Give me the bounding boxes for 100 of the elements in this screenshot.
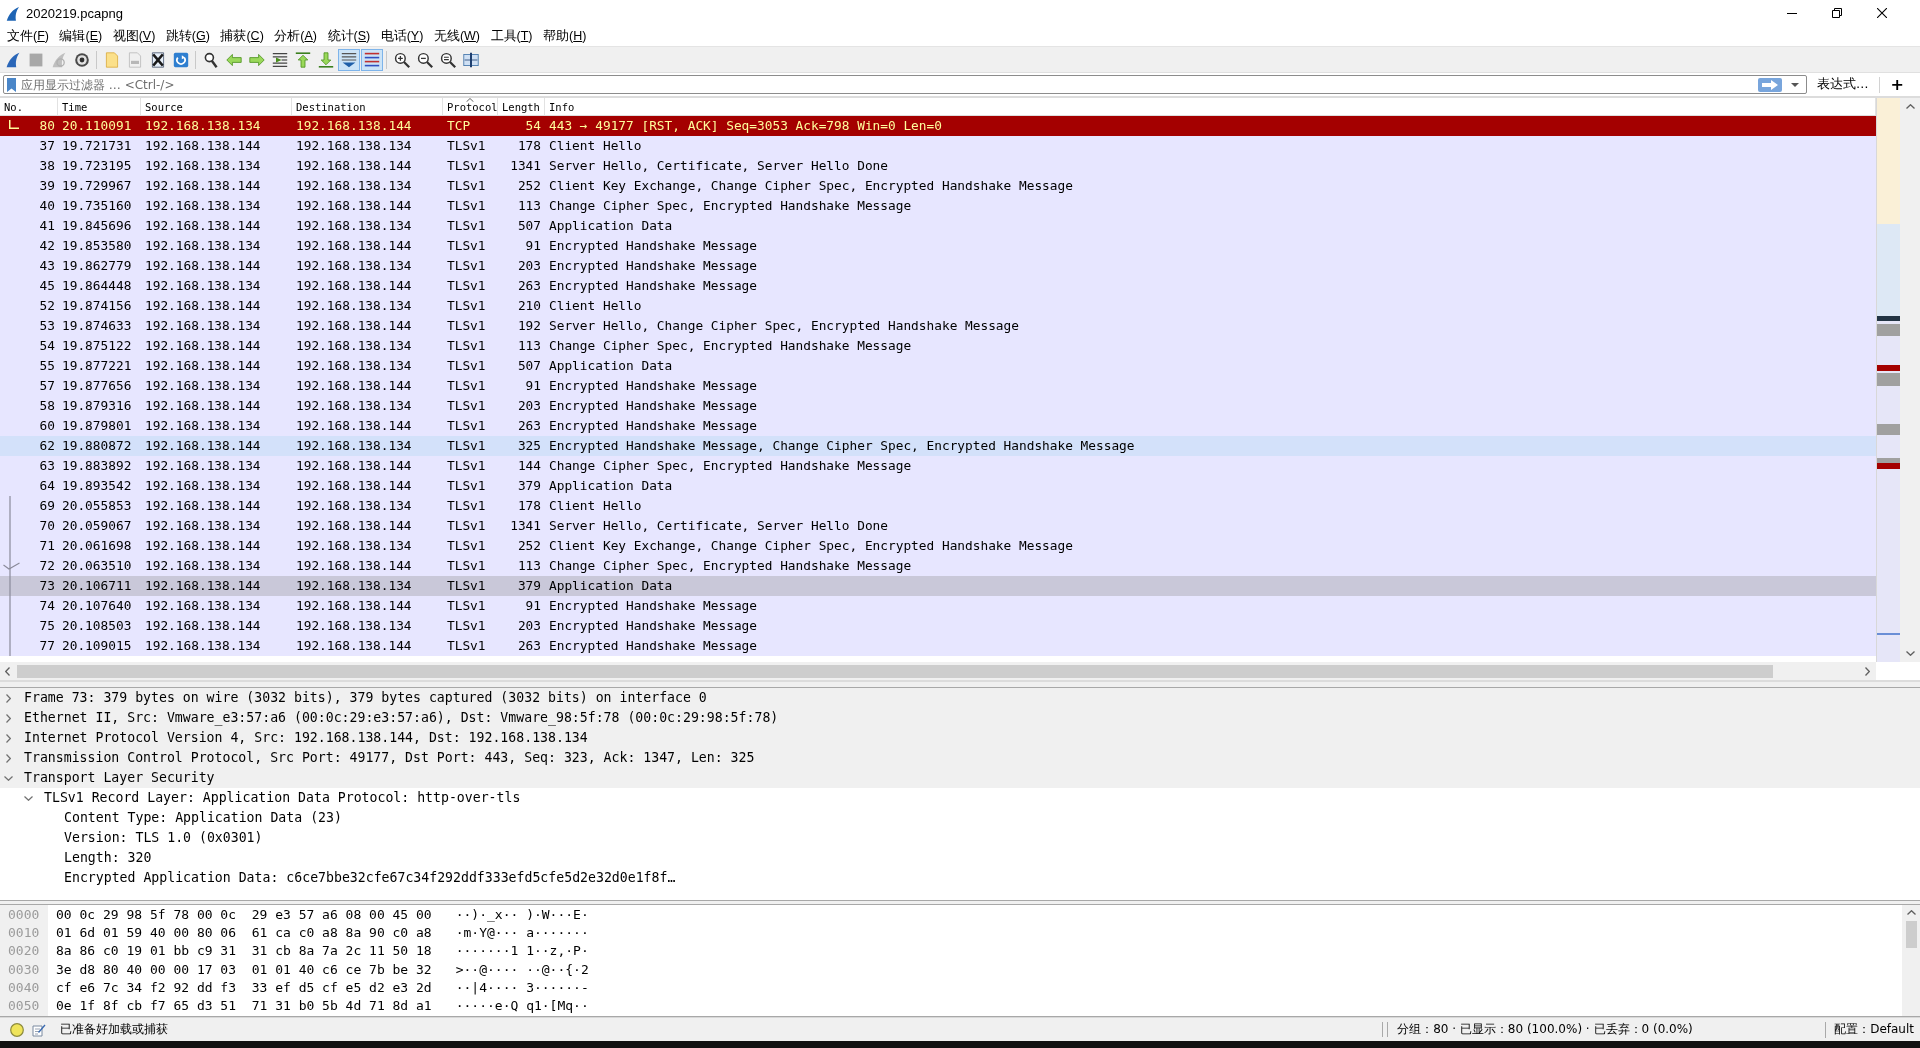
packet-number: 70: [39, 517, 55, 535]
packet-row[interactable]: 41 19.845696 192.168.138.144 192.168.138.134 TLSv1 507 Application Data: [0, 216, 1876, 236]
packet-row[interactable]: 63 19.883892 192.168.138.134 192.168.138.144 TLSv1 144 Change Cipher Spec, Encrypted Handshake Message: [0, 456, 1876, 476]
protocol-name: TLSv1: [447, 358, 486, 373]
tree-item[interactable]: Ethernet II, Src: Vmware_e3:57:a6 (00:0c:29:e3:57:a6), Dst: Vmware_98:5f:78 (00:0c:29:98:5f:78): [24, 708, 779, 728]
menu-item[interactable]: 文件(F): [2, 27, 54, 45]
column-header[interactable]: No.: [0, 98, 58, 116]
destination-address: 192.168.138.144: [296, 558, 412, 573]
column-header[interactable]: Info: [545, 98, 1876, 116]
column-header[interactable]: Time: [58, 98, 141, 116]
packet-row[interactable]: 39 19.729967 192.168.138.144 192.168.138.134 TLSv1 252 Client Key Exchange, Change Cipher Spec, Encrypted Handshake Message: [0, 176, 1876, 196]
chevron-right-icon[interactable]: [6, 733, 11, 743]
packet-row[interactable]: 73 20.106711 192.168.138.144 192.168.138.134 TLSv1 379 Application Data: [0, 576, 1876, 596]
packet-row[interactable]: 40 19.735160 192.168.138.134 192.168.138.144 TLSv1 113 Change Cipher Spec, Encrypted Handshake Message: [0, 196, 1876, 216]
packet-row[interactable]: 42 19.853580 192.168.138.134 192.168.138.144 TLSv1 91 Encrypted Handshake Message: [0, 236, 1876, 256]
scroll-up-icon[interactable]: [1906, 910, 1916, 915]
packet-row[interactable]: 52 19.874156 192.168.138.144 192.168.138.134 TLSv1 210 Client Hello: [0, 296, 1876, 316]
tree-item[interactable]: Transmission Control Protocol, Src Port: 49177, Dst Port: 443, Seq: 323, Ack: 1347, Len: 325: [24, 748, 755, 768]
packet-length: 178: [517, 498, 541, 513]
add-filter-button[interactable]: +: [1887, 74, 1907, 95]
packet-row[interactable]: 71 20.061698 192.168.138.144 192.168.138.134 TLSv1 252 Client Key Exchange, Change Cipher Spec, Encrypted Handshake Message: [0, 536, 1876, 556]
packet-number: 38: [39, 157, 55, 175]
menu-item[interactable]: 统计(S): [322, 27, 376, 45]
tree-item[interactable]: Encrypted Application Data: c6ce7bbe32cfe67c34f292ddf333efd5cfe5d2e32d0e1f8f…: [64, 868, 676, 888]
packet-row[interactable]: 74 20.107640 192.168.138.134 192.168.138.144 TLSv1 91 Encrypted Handshake Message: [0, 596, 1876, 616]
packet-info: Change Cipher Spec, Encrypted Handshake Message: [549, 198, 912, 213]
scrollbar[interactable]: [1902, 905, 1920, 1016]
column-header[interactable]: Source: [141, 98, 292, 116]
packet-row[interactable]: 77 20.109015 192.168.138.134 192.168.138.144 TLSv1 263 Encrypted Handshake Message: [0, 636, 1876, 656]
protocol-name: TCP: [447, 118, 471, 133]
tree-item[interactable]: Internet Protocol Version 4, Src: 192.168.138.144, Dst: 192.168.138.134: [24, 728, 588, 748]
packet-minimap-drawing[interactable]: [1876, 98, 1900, 662]
edit-note-icon[interactable]: [32, 1022, 46, 1037]
scroll-left-icon[interactable]: [5, 666, 10, 676]
packet-row[interactable]: 57 19.877656 192.168.138.134 192.168.138.144 TLSv1 91 Encrypted Handshake Message: [0, 376, 1876, 396]
packet-row[interactable]: 64 19.893542 192.168.138.134 192.168.138.144 TLSv1 379 Application Data: [0, 476, 1876, 496]
scroll-down-icon[interactable]: [1905, 651, 1915, 656]
bookmark-icon[interactable]: [7, 77, 16, 92]
scroll-right-icon[interactable]: [1865, 666, 1870, 676]
packet-number: 75: [39, 617, 55, 635]
packet-row[interactable]: 54 19.875122 192.168.138.144 192.168.138.134 TLSv1 113 Change Cipher Spec, Encrypted Handshake Message: [0, 336, 1876, 356]
tree-item[interactable]: Frame 73: 379 bytes on wire (3032 bits), 379 bytes captured (3032 bits) on interface 0: [24, 688, 707, 708]
protocol-name: TLSv1: [447, 478, 486, 493]
packet-row[interactable]: 45 19.864448 192.168.138.134 192.168.138.144 TLSv1 263 Encrypted Handshake Message: [0, 276, 1876, 296]
protocol-name: TLSv1: [447, 418, 486, 433]
packet-row[interactable]: 60 19.879801 192.168.138.134 192.168.138.144 TLSv1 263 Encrypted Handshake Message: [0, 416, 1876, 436]
menu-item[interactable]: 分析(A): [269, 27, 322, 45]
packet-row[interactable]: 72 20.063510 192.168.138.134 192.168.138.144 TLSv1 113 Change Cipher Spec, Encrypted Handshake Message: [0, 556, 1876, 576]
destination-address: 192.168.138.134: [296, 298, 412, 313]
profile-label[interactable]: 配置：Default: [1834, 1021, 1920, 1038]
chevron-right-icon[interactable]: [6, 713, 11, 723]
source-address: 192.168.138.134: [145, 318, 261, 333]
menu-item[interactable]: 工具(T): [485, 27, 538, 45]
packet-row[interactable]: 75 20.108503 192.168.138.144 192.168.138.134 TLSv1 203 Encrypted Handshake Message: [0, 616, 1876, 636]
scrollbar-thumb[interactable]: [17, 664, 1773, 678]
menu-item[interactable]: 帮助(H): [538, 27, 592, 45]
tree-item[interactable]: Version: TLS 1.0 (0x0301): [64, 828, 263, 848]
scroll-up-icon[interactable]: [1905, 104, 1915, 109]
column-header[interactable]: Length: [498, 98, 545, 116]
scrollbar[interactable]: [1900, 98, 1920, 662]
packet-info: Encrypted Handshake Message: [549, 638, 758, 653]
packet-row[interactable]: 62 19.880872 192.168.138.144 192.168.138.134 TLSv1 325 Encrypted Handshake Message, Change Cipher Spec, Encrypted Handshake Message: [0, 436, 1876, 456]
scrollbar[interactable]: [0, 662, 1876, 680]
scrollbar-thumb[interactable]: [1905, 921, 1917, 948]
packet-number: 42: [39, 237, 55, 255]
circle-icon[interactable]: [10, 1022, 24, 1037]
tree-item[interactable]: Length: 320: [64, 848, 152, 868]
apply-filter-button[interactable]: [1758, 77, 1783, 92]
packet-row[interactable]: 43 19.862779 192.168.138.144 192.168.138.134 TLSv1 203 Encrypted Handshake Message: [0, 256, 1876, 276]
chevron-right-icon[interactable]: [6, 753, 11, 763]
menu-item[interactable]: 电话(Y): [375, 27, 429, 45]
packet-row[interactable]: 53 19.874633 192.168.138.134 192.168.138.144 TLSv1 192 Server Hello, Change Cipher Spec, Encrypted Handshake Message: [0, 316, 1876, 336]
tree-item[interactable]: Transport Layer Security: [24, 768, 215, 788]
chevron-down-icon[interactable]: [24, 795, 33, 801]
packet-row[interactable]: 38 19.723195 192.168.138.134 192.168.138.144 TLSv1 1341 Server Hello, Certificate, Server Hello Done: [0, 156, 1876, 176]
packet-row[interactable]: 58 19.879316 192.168.138.144 192.168.138.134 TLSv1 203 Encrypted Handshake Message: [0, 396, 1876, 416]
ascii-text: ··|4···· 3······-: [455, 978, 589, 997]
menu-item[interactable]: 捕获(C): [215, 27, 269, 45]
dropdown-caret-icon[interactable]: [1791, 82, 1800, 87]
packet-row[interactable]: 69 20.055853 192.168.138.144 192.168.138.134 TLSv1 178 Client Hello: [0, 496, 1876, 516]
tree-item[interactable]: Content Type: Application Data (23): [64, 808, 342, 828]
menu-item[interactable]: 无线(W): [428, 27, 486, 45]
column-header[interactable]: Destination: [292, 98, 443, 116]
menu-item[interactable]: 编辑(E): [54, 27, 108, 45]
menu-item[interactable]: 视图(V): [107, 27, 161, 45]
packet-number: 77: [39, 637, 55, 655]
menu-item[interactable]: 跳转(G): [160, 27, 215, 45]
tree-item[interactable]: TLSv1 Record Layer: Application Data Protocol: http-over-tls: [44, 788, 521, 808]
packet-row[interactable]: 37 19.721731 192.168.138.144 192.168.138.134 TLSv1 178 Client Hello: [0, 136, 1876, 156]
chevron-down-icon[interactable]: [4, 775, 13, 781]
column-header[interactable]: Protocol: [443, 98, 498, 116]
expression-button[interactable]: 表达式…: [1813, 74, 1873, 95]
packet-length: 252: [517, 178, 541, 193]
packet-row[interactable]: 80 20.110091 192.168.138.134 192.168.138.144 TCP 54 443 → 49177 [RST, ACK] Seq=3053 Ack=798 Win=0 Len=0: [0, 116, 1876, 136]
packet-length: 203: [517, 618, 541, 633]
chevron-right-icon[interactable]: [6, 693, 11, 703]
packet-row[interactable]: 55 19.877221 192.168.138.144 192.168.138.134 TLSv1 507 Application Data: [0, 356, 1876, 376]
timestamp: 19.880872: [62, 438, 132, 453]
hex-offset: 0000: [8, 906, 41, 924]
packet-row[interactable]: 70 20.059067 192.168.138.134 192.168.138.144 TLSv1 1341 Server Hello, Certificate, Server Hello Done: [0, 516, 1876, 536]
